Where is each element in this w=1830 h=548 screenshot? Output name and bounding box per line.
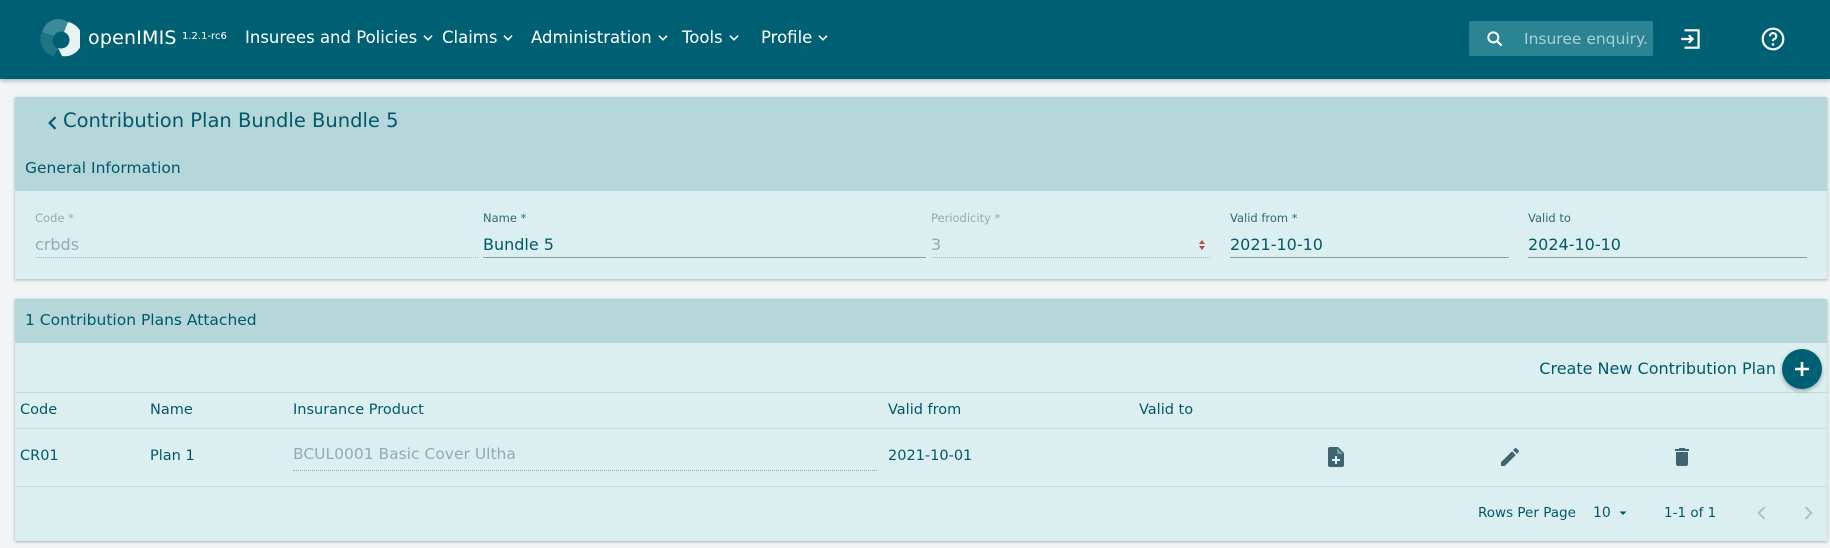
brand-name[interactable]: openIMIS [88,27,177,49]
contribution-plans-card: 1 Contribution Plans Attached Create New… [15,299,1827,541]
chevron-down-icon [658,34,668,41]
chevron-down-icon [423,34,433,41]
chevron-down-icon [503,34,514,41]
menu-label: Tools [682,28,723,47]
chevron-down-icon [818,34,828,41]
dropdown-arrow-icon [1619,511,1627,515]
periodicity-input: 3 [931,232,1210,258]
pagination-range: 1-1 of 1 [1664,505,1717,521]
rows-per-page-value: 10 [1593,505,1611,521]
periodicity-field[interactable]: Periodicity * 3 [931,211,1210,258]
column-header-name[interactable]: Name [150,402,193,418]
new-document-icon[interactable] [1324,445,1348,469]
name-value: Bundle 5 [483,232,926,258]
row-valid-from: 2021-10-01 [888,448,973,464]
column-header-code[interactable]: Code [20,402,57,418]
valid-from-value: 2021-10-10 [1230,232,1509,258]
valid-from-field[interactable]: Valid from * 2021-10-10 [1230,211,1509,258]
menu-label: Administration [531,28,652,47]
valid-to-label: Valid to [1528,211,1571,225]
edit-icon[interactable] [1498,445,1522,469]
menu-label: Claims [442,28,498,47]
create-contribution-plan-label[interactable]: Create New Contribution Plan [1539,359,1776,378]
rows-per-page-label: Rows Per Page [1478,505,1576,521]
search-input[interactable] [1524,21,1649,56]
app-bar: openIMIS 1.2.1-rc6 Insurees and Policies… [0,0,1830,79]
code-field[interactable]: Code * crbds [35,211,478,258]
logout-icon[interactable] [1678,26,1704,52]
plans-toolbar: Create New Contribution Plan [15,343,1827,393]
column-header-valid-to[interactable]: Valid to [1139,402,1193,418]
row-name: Plan 1 [150,448,195,464]
add-icon [1795,362,1809,376]
menu-tools[interactable]: Tools [682,28,741,47]
general-information-title: General Information [25,159,181,177]
plans-header: 1 Contribution Plans Attached [15,299,1827,343]
general-information-form: Code * crbds Name * Bundle 5 Periodicity… [15,191,1827,279]
menu-label: Profile [761,28,813,47]
back-icon[interactable] [43,113,63,133]
periodicity-value: 3 [931,235,942,254]
valid-to-field[interactable]: Valid to 2024-10-10 [1528,211,1807,258]
page-title: Contribution Plan Bundle Bundle 5 [63,109,399,132]
column-header-insurance-product[interactable]: Insurance Product [293,402,424,418]
code-value: crbds [35,232,478,258]
number-spinner-icon[interactable] [1197,238,1207,252]
openimis-logo-icon[interactable] [38,18,80,60]
chevron-down-icon [729,34,739,41]
insuree-search[interactable] [1469,21,1653,56]
name-field[interactable]: Name * Bundle 5 [483,211,926,258]
menu-profile[interactable]: Profile [761,28,830,47]
bundle-details-card: Contribution Plan Bundle Bundle 5 Genera… [15,97,1827,279]
table-row[interactable]: CR01 Plan 1 BCUL0001 Basic Cover Ultha 2… [15,429,1827,487]
version-label: 1.2.1-rc6 [182,31,227,42]
plans-section-title: 1 Contribution Plans Attached [25,311,257,329]
menu-administration[interactable]: Administration [531,28,670,47]
table-header: Code Name Insurance Product Valid from V… [15,393,1827,429]
column-header-valid-from[interactable]: Valid from [888,402,961,418]
name-label: Name * [483,211,527,225]
bundle-header: Contribution Plan Bundle Bundle 5 Genera… [15,97,1827,191]
code-label: Code * [35,211,74,225]
periodicity-label: Periodicity * [931,211,1001,225]
delete-icon[interactable] [1670,445,1694,469]
pagination: Rows Per Page 10 1-1 of 1 [15,487,1827,541]
menu-label: Insurees and Policies [245,28,418,47]
menu-claims[interactable]: Claims [442,28,515,47]
rows-per-page-select[interactable]: 10 [1593,502,1629,524]
valid-to-value: 2024-10-10 [1528,232,1807,258]
search-icon [1487,31,1503,47]
menu-insurees-and-policies[interactable]: Insurees and Policies [245,28,435,47]
help-icon[interactable] [1760,26,1786,52]
add-contribution-plan-button[interactable] [1782,349,1822,389]
next-page-icon[interactable] [1798,503,1818,523]
valid-from-label: Valid from * [1230,211,1298,225]
previous-page-icon[interactable] [1752,503,1772,523]
row-insurance-product[interactable]: BCUL0001 Basic Cover Ultha [293,444,877,471]
row-code: CR01 [20,448,59,464]
